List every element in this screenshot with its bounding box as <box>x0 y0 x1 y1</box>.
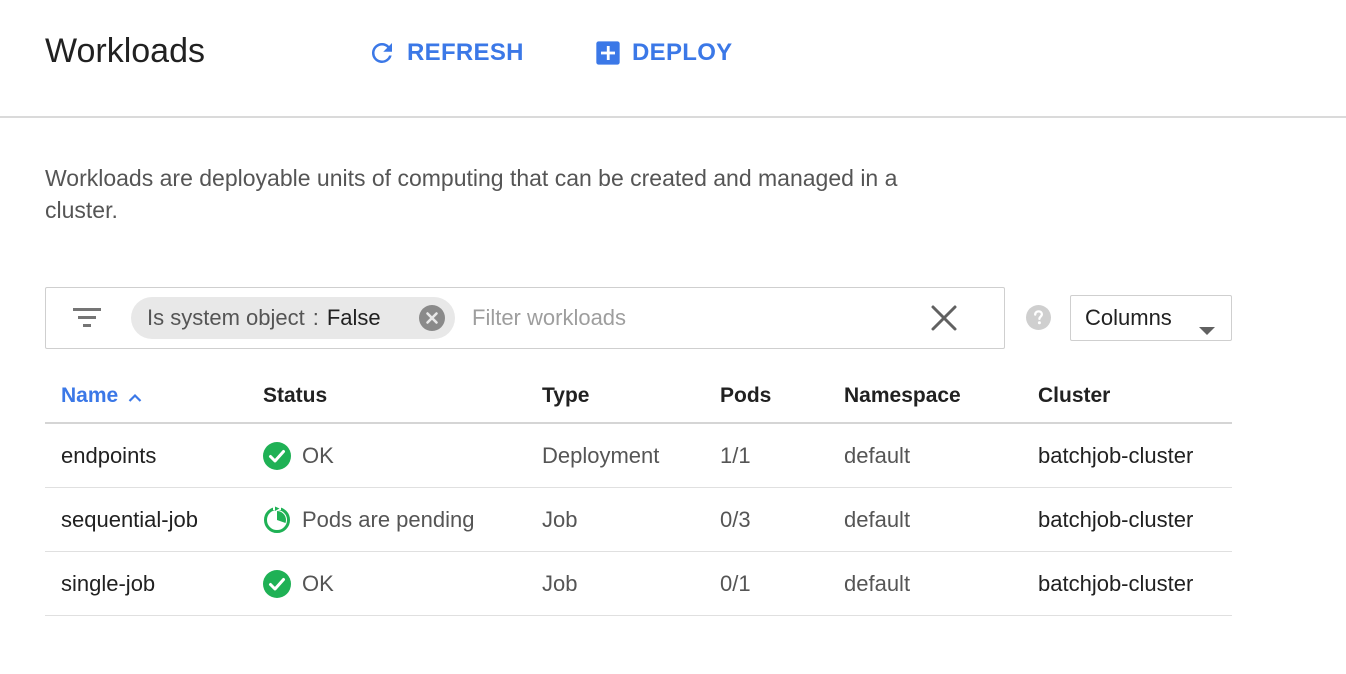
pods-cell: 0/3 <box>720 506 751 532</box>
add-box-icon <box>594 39 622 67</box>
chip-value: False <box>326 305 381 330</box>
table-row: endpoints OK Deployment 1/1 default batc… <box>45 424 1232 488</box>
chip-separator: : <box>312 305 319 330</box>
column-header-cluster[interactable]: Cluster <box>1038 370 1110 422</box>
type-cell: Job <box>542 506 578 532</box>
column-header-namespace[interactable]: Namespace <box>844 370 961 422</box>
sort-ascending-icon <box>128 384 142 408</box>
pods-cell: 1/1 <box>720 442 751 468</box>
column-header-name[interactable]: Name <box>61 370 142 422</box>
workload-name-link[interactable]: sequential-job <box>61 488 198 551</box>
cluster-link[interactable]: batchjob-cluster <box>1038 488 1193 551</box>
clear-filter-icon[interactable] <box>930 304 958 332</box>
column-header-status[interactable]: Status <box>263 370 327 422</box>
namespace-cell: default <box>844 506 911 532</box>
namespace-cell: default <box>844 442 911 468</box>
table-row: single-job OK Job 0/1 default batchjob-c… <box>45 552 1232 616</box>
status-text: Pods are pending <box>302 506 475 532</box>
deploy-button[interactable]: DEPLOY <box>594 36 732 70</box>
table-header-row: Name Status Type Pods Namespace Cluster <box>45 370 1232 424</box>
pending-circle-icon <box>263 505 291 534</box>
refresh-icon <box>367 38 397 68</box>
check-circle-icon <box>263 569 291 598</box>
filter-list-icon[interactable] <box>73 306 101 330</box>
status-text: OK <box>302 442 334 468</box>
cluster-link[interactable]: batchjob-cluster <box>1038 552 1193 615</box>
filter-workloads-input[interactable] <box>472 300 912 336</box>
refresh-label: REFRESH <box>407 39 524 66</box>
status-cell: Pods are pending <box>263 488 474 551</box>
filter-chip-system-object[interactable]: Is system object : False <box>131 297 455 339</box>
columns-label: Columns <box>1085 305 1172 330</box>
chip-key: Is system object <box>147 305 305 330</box>
deploy-label: DEPLOY <box>632 39 733 66</box>
columns-dropdown[interactable]: Columns <box>1070 295 1232 341</box>
filter-bar: Is system object : False <box>45 287 1005 349</box>
page-header: Workloads REFRESH DEPLOY <box>0 0 1346 118</box>
pods-cell: 0/1 <box>720 570 751 596</box>
status-cell: OK <box>263 424 334 487</box>
column-header-type[interactable]: Type <box>542 370 589 422</box>
status-text: OK <box>302 570 334 596</box>
namespace-cell: default <box>844 570 911 596</box>
refresh-button[interactable]: REFRESH <box>367 36 524 70</box>
page-description: Workloads are deployable units of comput… <box>45 165 898 223</box>
table-row: sequential-job Pods are pending Job 0/3 … <box>45 488 1232 552</box>
page-title: Workloads <box>45 32 205 70</box>
type-cell: Job <box>542 570 578 596</box>
help-icon[interactable] <box>1026 305 1051 330</box>
column-header-pods[interactable]: Pods <box>720 370 771 422</box>
status-cell: OK <box>263 552 334 615</box>
workload-name-link[interactable]: single-job <box>61 552 155 615</box>
workload-name-link[interactable]: endpoints <box>61 424 156 487</box>
check-circle-icon <box>263 441 291 470</box>
dropdown-arrow-icon <box>1199 315 1215 341</box>
cluster-link[interactable]: batchjob-cluster <box>1038 424 1193 487</box>
column-header-name-label: Name <box>61 384 119 407</box>
workloads-table: Name Status Type Pods Namespace Cluster … <box>45 370 1232 616</box>
chip-remove-icon[interactable] <box>419 305 445 331</box>
type-cell: Deployment <box>542 442 660 468</box>
